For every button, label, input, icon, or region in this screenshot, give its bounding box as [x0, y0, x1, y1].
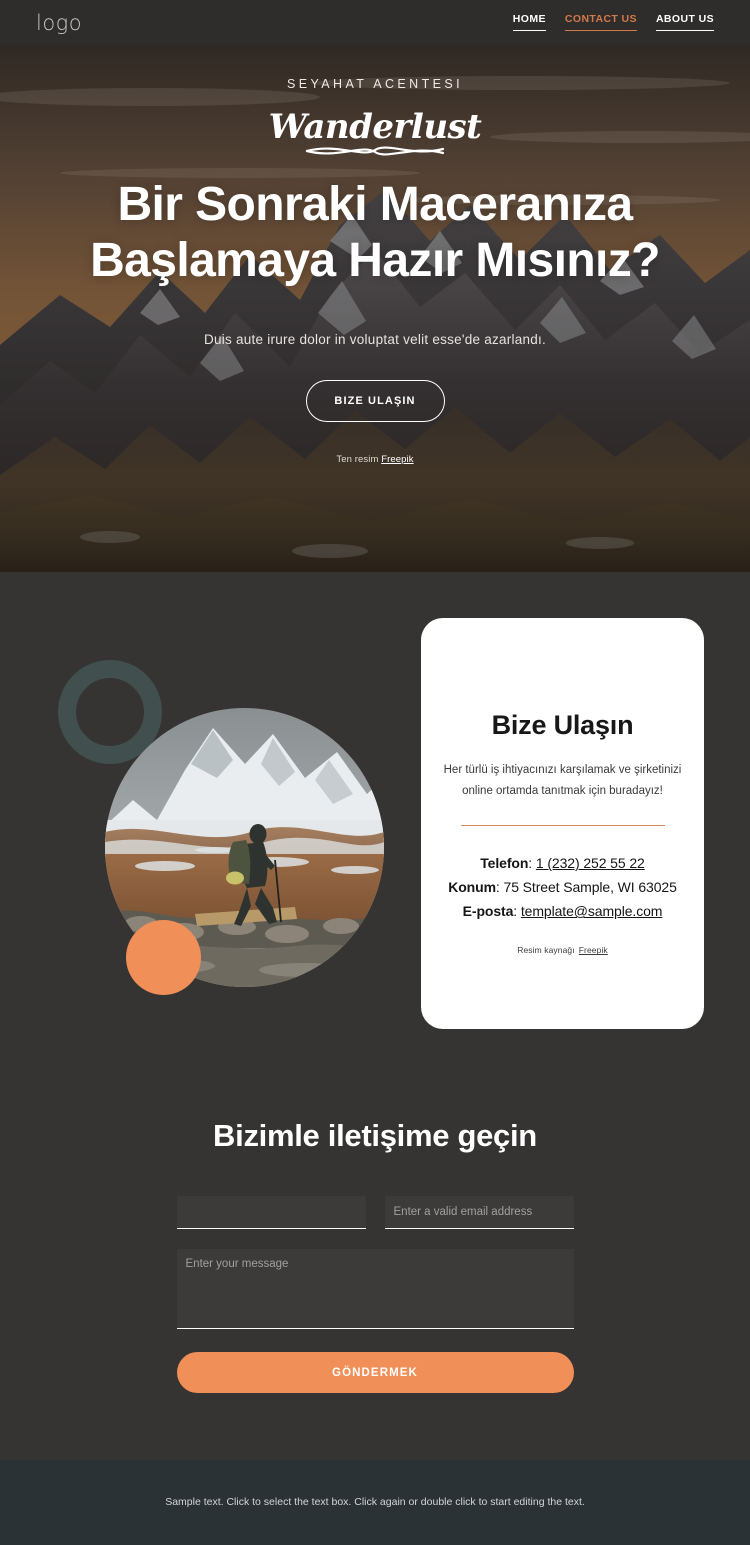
- submit-button[interactable]: GÖNDERMEK: [176, 1352, 574, 1393]
- nav-item-about-us[interactable]: ABOUT US: [655, 14, 714, 31]
- contact-card-title: Bize Ulaşın: [491, 710, 634, 740]
- main-navigation: HOME CONTACT US ABOUT US: [512, 14, 714, 31]
- wanderlust-script-logo: Wanderlust: [245, 98, 505, 160]
- wanderlust-script-graphic: Wanderlust: [269, 107, 483, 156]
- nav-item-home[interactable]: HOME: [512, 14, 546, 31]
- hero-image-credit: Ten resim Freepik: [336, 454, 413, 465]
- name-input[interactable]: [176, 1196, 366, 1229]
- form-row-name-email: [176, 1196, 574, 1229]
- contact-phone-label: Telefon: [480, 855, 529, 872]
- logo[interactable]: logo: [36, 11, 82, 35]
- contact-card-description: Her türlü iş ihtiyacınızı karşılamak ve …: [443, 764, 682, 798]
- email-colon: :: [513, 903, 521, 920]
- contact-phone-value[interactable]: 1 (232) 252 55 22: [536, 855, 645, 871]
- message-textarea[interactable]: [176, 1249, 574, 1329]
- contact-credit-link[interactable]: Freepik: [579, 945, 608, 955]
- contact-phone-row: Telefon: 1 (232) 252 55 22: [448, 851, 677, 875]
- contact-email-value[interactable]: template@sample.com: [521, 903, 663, 919]
- contact-details-list: Telefon: 1 (232) 252 55 22 Konum: 75 Str…: [448, 851, 677, 923]
- hero-cta-button[interactable]: BIZE ULAŞIN: [305, 380, 445, 423]
- location-colon: :: [495, 879, 504, 896]
- contact-email-label: E-posta: [462, 903, 514, 920]
- hero-subtitle: Duis aute irure dolor in voluptat velit …: [203, 332, 546, 348]
- hero-title: Bir Sonraki Maceranıza Başlamaya Hazır M…: [90, 178, 660, 288]
- page-root: logo HOME CONTACT US ABOUT US SEYAHAT AC…: [0, 0, 750, 1545]
- contact-form: GÖNDERMEK: [176, 1196, 574, 1393]
- hero-content: SEYAHAT ACENTESI Wanderlust Bir Sonraki …: [0, 45, 750, 572]
- site-header: logo HOME CONTACT US ABOUT US: [0, 0, 750, 45]
- contact-form-section: Bizimle iletişime geçin GÖNDERMEK: [0, 1077, 750, 1460]
- contact-image-credit: Resim kaynağı Freepik: [517, 945, 608, 955]
- contact-credit-prefix: Resim kaynağı: [517, 945, 575, 956]
- hero-credit-link[interactable]: Freepik: [381, 454, 413, 465]
- hero-eyebrow: SEYAHAT ACENTESI: [287, 77, 463, 91]
- contact-location-value: 75 Street Sample, WI 63025: [503, 879, 677, 896]
- form-title: Bizimle iletişime geçin: [213, 1118, 537, 1153]
- hero-credit-prefix: Ten resim: [336, 454, 379, 466]
- contact-location-label: Konum: [448, 879, 496, 896]
- nav-item-contact-us[interactable]: CONTACT US: [564, 14, 637, 31]
- svg-text:Wanderlust: Wanderlust: [269, 107, 483, 147]
- contact-location-row: Konum: 75 Street Sample, WI 63025: [448, 875, 677, 899]
- footer-sample-text: Sample text. Click to select the text bo…: [165, 1496, 585, 1509]
- contact-card: Bize Ulaşın Her türlü iş ihtiyacınızı ka…: [421, 618, 704, 1029]
- hero-section: SEYAHAT ACENTESI Wanderlust Bir Sonraki …: [0, 45, 750, 572]
- site-footer: Sample text. Click to select the text bo…: [0, 1460, 750, 1545]
- contact-card-divider: [460, 824, 665, 827]
- email-input[interactable]: [384, 1196, 574, 1229]
- contact-email-row: E-posta: template@sample.com: [448, 899, 677, 923]
- decorative-orange-circle: [126, 920, 201, 995]
- phone-colon: :: [528, 855, 536, 872]
